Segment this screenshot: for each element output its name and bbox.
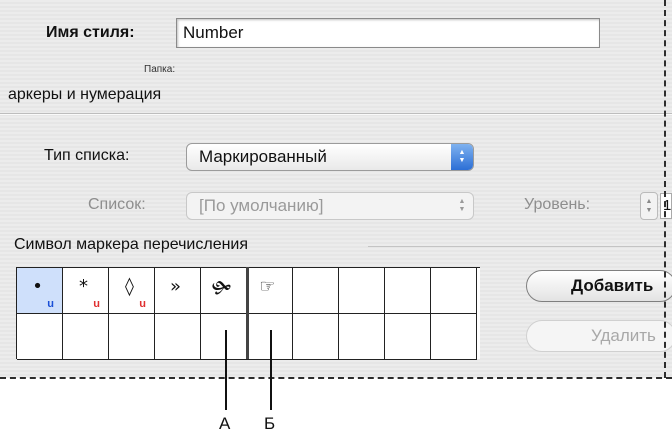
bullet-cell-empty[interactable]: [339, 314, 385, 360]
callout-line-b: [270, 330, 272, 410]
bullet-glyph: 🙟: [211, 278, 232, 299]
style-name-input[interactable]: Number: [176, 18, 600, 48]
bullets-dialog: Имя стиля: Number Папка: аркеры и нумера…: [0, 0, 672, 378]
style-name-label: Имя стиля:: [46, 24, 135, 41]
bullet-cell-empty[interactable]: [109, 314, 155, 360]
arrow-down-icon: ▼: [645, 207, 653, 214]
bullet-cell-empty[interactable]: [339, 268, 385, 314]
bullet-cell-empty[interactable]: [431, 268, 477, 314]
bullet-cell[interactable]: ☞: [247, 268, 293, 314]
bullet-cell[interactable]: • u: [17, 268, 63, 314]
crop-edge-right: [664, 0, 666, 378]
delete-button[interactable]: Удалить: [526, 320, 672, 352]
bullet-cell-empty[interactable]: [431, 314, 477, 360]
bullet-cell-empty[interactable]: [385, 314, 431, 360]
bullet-cell-empty[interactable]: [155, 314, 201, 360]
add-button[interactable]: Добавить: [526, 270, 672, 302]
section-title: аркеры и нумерация: [8, 86, 162, 103]
list-type-label: Тип списка:: [44, 147, 130, 164]
bullet-cell[interactable]: * u: [63, 268, 109, 314]
bullet-cell[interactable]: 🙟: [201, 268, 247, 314]
list-label: Список:: [88, 196, 146, 213]
crop-edge-bottom: [0, 377, 672, 379]
bullet-glyph: •: [32, 276, 43, 297]
section-divider: [0, 113, 672, 115]
list-type-value: Маркированный: [199, 147, 327, 166]
bullet-glyph: ☞: [259, 276, 276, 297]
bullet-cell-empty[interactable]: [201, 314, 247, 360]
group-divider: [368, 246, 664, 247]
unicode-badge: u: [93, 298, 100, 310]
callout-label-a: А: [219, 414, 231, 433]
level-label: Уровень:: [524, 196, 591, 213]
bullet-cell[interactable]: ◊ u: [109, 268, 155, 314]
bullet-group-title: Символ маркера перечисления: [14, 236, 249, 253]
bullet-cell-empty[interactable]: [63, 314, 109, 360]
bullet-glyph: »: [169, 276, 181, 297]
bullet-glyph: *: [79, 276, 88, 297]
bullet-cell[interactable]: »: [155, 268, 201, 314]
level-input[interactable]: 1: [660, 193, 672, 219]
bullet-cell-empty[interactable]: [17, 314, 63, 360]
bullet-cell-empty[interactable]: [385, 268, 431, 314]
grid-separator: [246, 267, 249, 359]
list-type-select[interactable]: Маркированный ▲ ▼: [186, 143, 474, 171]
callout-line-a: [225, 330, 227, 410]
chevron-updown-icon: ▲ ▼: [458, 198, 466, 213]
chevron-updown-icon: ▲ ▼: [451, 144, 473, 170]
callout-label-b: Б: [264, 414, 276, 433]
bullet-glyph: ◊: [125, 276, 134, 297]
folder-label: Папка:: [144, 64, 176, 75]
arrow-up-icon: ▲: [645, 198, 653, 205]
figure: Имя стиля: Number Папка: аркеры и нумера…: [0, 0, 672, 441]
bullet-cell-empty[interactable]: [293, 314, 339, 360]
level-stepper[interactable]: ▲ ▼: [640, 192, 658, 220]
list-value: [По умолчанию]: [199, 196, 324, 215]
unicode-badge: u: [47, 298, 54, 310]
bullet-cell-empty[interactable]: [293, 268, 339, 314]
unicode-badge: u: [139, 298, 146, 310]
list-select[interactable]: [По умолчанию] ▲ ▼: [186, 192, 474, 220]
